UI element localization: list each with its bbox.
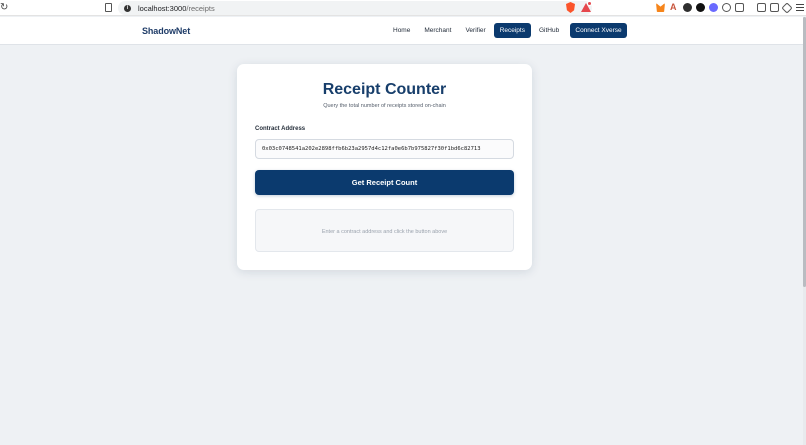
nav-github[interactable]: GitHub (533, 23, 565, 38)
url-text: localhost:3000/receipts (138, 4, 215, 13)
vpn-icon[interactable] (781, 2, 793, 14)
sidebar-toggle-icon[interactable] (757, 3, 766, 12)
browser-menu-icon[interactable] (796, 4, 804, 11)
page-title: Receipt Counter (322, 81, 447, 98)
url-host: localhost:3000 (138, 3, 187, 13)
wallet-icon[interactable] (770, 3, 779, 12)
nav-merchant[interactable]: Merchant (418, 23, 457, 38)
result-panel: Enter a contract address and click the b… (255, 209, 514, 252)
receipt-counter-card: Receipt Counter Query the total number o… (237, 64, 532, 270)
extension-box-icon[interactable] (735, 3, 744, 12)
app-header: ShadowNet Home Merchant Verifier Receipt… (0, 17, 806, 45)
bookmark-icon[interactable] (105, 3, 112, 12)
contract-address-label: Contract Address (255, 126, 306, 132)
metamask-extension-icon[interactable] (656, 3, 665, 12)
extension-a-icon[interactable]: A (670, 3, 679, 12)
browser-toolbar: ↻ i localhost:3000/receipts A (0, 0, 806, 16)
page-subtitle: Query the total number of receipts store… (323, 103, 446, 109)
connect-wallet-button[interactable]: Connect Xverse (570, 23, 627, 38)
notification-badge (587, 1, 592, 6)
contract-address-input[interactable] (255, 139, 514, 159)
brand-logo[interactable]: ShadowNet (142, 26, 190, 36)
result-placeholder-text: Enter a contract address and click the b… (321, 229, 448, 235)
extension-purple-icon[interactable] (709, 3, 718, 12)
site-info-icon[interactable]: i (124, 4, 131, 12)
extension-chat-icon[interactable] (722, 3, 731, 12)
reload-icon[interactable]: ↻ (0, 2, 8, 13)
address-bar[interactable]: i localhost:3000/receipts (118, 1, 592, 15)
nav-verifier[interactable]: Verifier (459, 23, 491, 38)
main-nav: Home Merchant Verifier Receipts GitHub (387, 23, 567, 38)
nav-receipts[interactable]: Receipts (493, 23, 531, 38)
url-path: /receipts (186, 3, 215, 13)
extension-circle-icon[interactable] (683, 3, 692, 12)
get-receipt-count-button[interactable]: Get Receipt Count (255, 170, 514, 195)
extension-x-icon[interactable] (696, 3, 705, 12)
nav-home[interactable]: Home (387, 23, 416, 38)
